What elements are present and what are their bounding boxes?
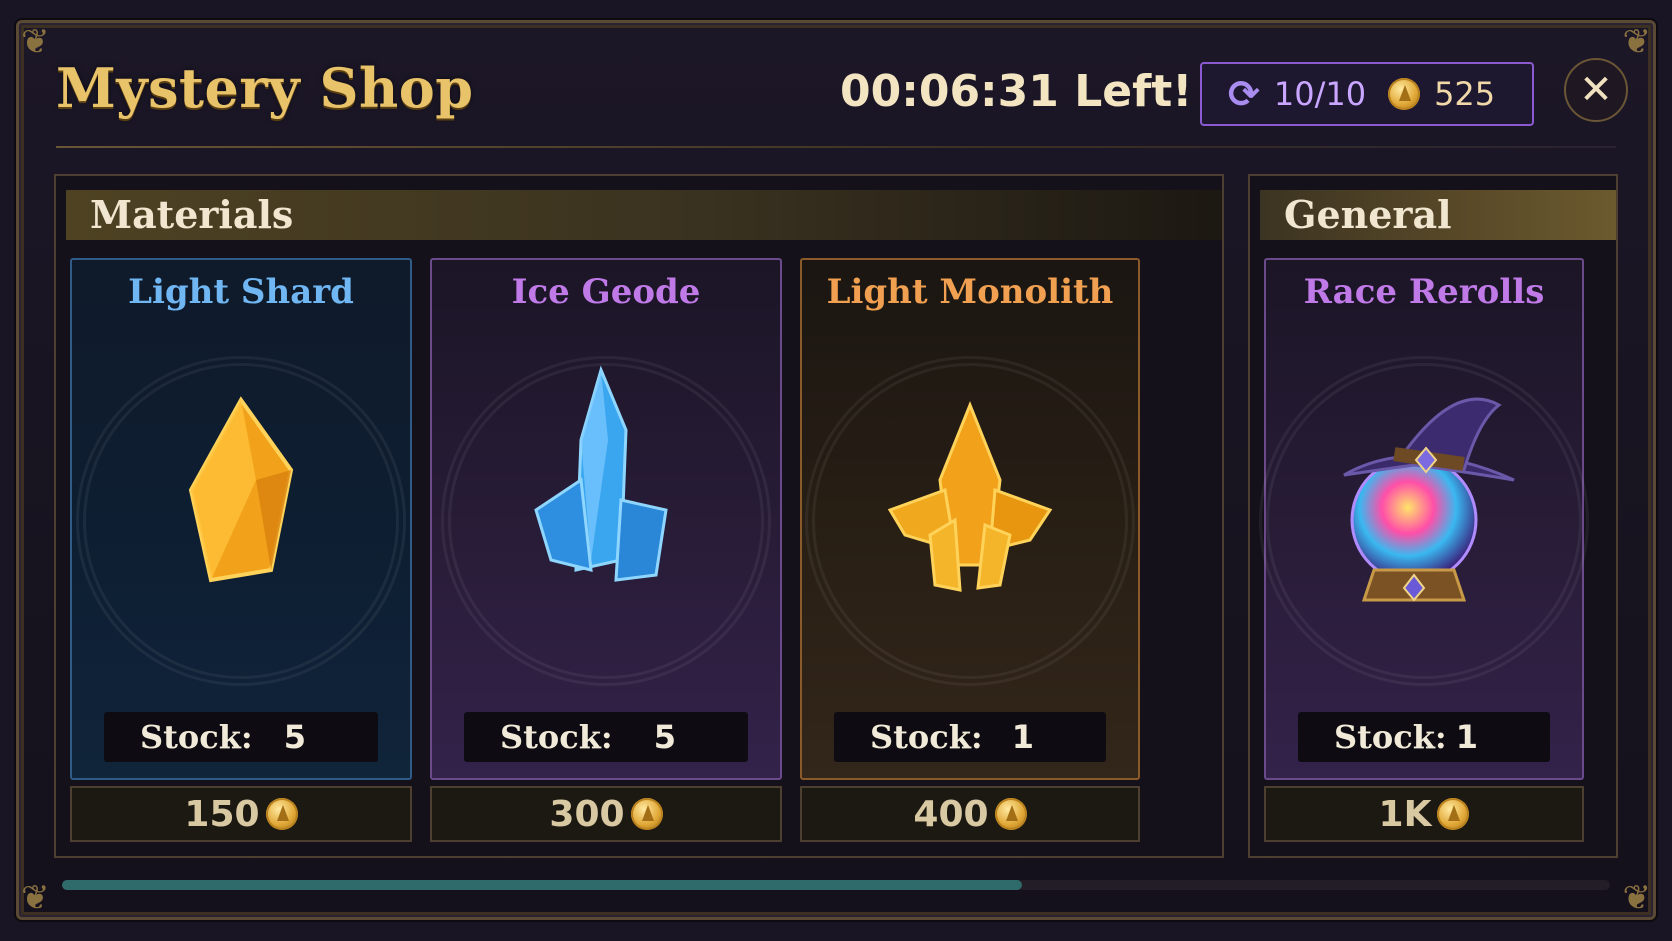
currency-bar: ⟳ 10/10 525 <box>1200 62 1534 126</box>
scrollbar-thumb[interactable] <box>62 880 1022 890</box>
item-card-light-monolith[interactable]: Light Monolith Stock: 1 <box>800 258 1140 780</box>
coin-icon <box>994 798 1027 830</box>
stock-panel: Stock: 1 <box>834 712 1106 762</box>
stock-panel: Stock: 5 <box>464 712 748 762</box>
stock-label: Stock: <box>140 718 253 756</box>
refresh-timer: 00:06:31 Left! <box>840 66 1193 117</box>
stock-count: 5 <box>283 718 306 756</box>
stock-panel: Stock: 5 <box>104 712 378 762</box>
buy-button-ice-geode[interactable]: 300 <box>430 786 782 842</box>
corner-ornament-icon: ❦ <box>21 22 50 62</box>
corner-ornament-icon: ❦ <box>1622 22 1652 62</box>
price-value: 300 <box>549 793 625 835</box>
coin-icon <box>1437 798 1470 830</box>
section-title-general: General <box>1260 190 1616 240</box>
materials-section: Materials Light Shard Stock: 5 150 Ice G… <box>54 174 1224 858</box>
refresh-icon[interactable]: ⟳ <box>1228 72 1260 116</box>
coin-icon <box>265 798 298 830</box>
stock-label: Stock: <box>870 718 983 756</box>
page-title: Mystery Shop <box>56 56 474 120</box>
general-section: General Race Rerolls Stock: 1 1K <box>1248 174 1618 858</box>
crystal-icon <box>534 365 668 582</box>
buy-button-light-shard[interactable]: 150 <box>70 786 412 842</box>
item-name: Race Rerolls <box>1303 272 1545 312</box>
item-name: Ice Geode <box>511 272 701 312</box>
item-card-light-shard[interactable]: Light Shard Stock: 5 <box>70 258 412 780</box>
item-name: Light Monolith <box>826 272 1114 312</box>
stock-label: Stock: <box>1334 718 1447 756</box>
corner-ornament-icon: ❦ <box>1622 878 1652 918</box>
coin-balance: 525 <box>1434 75 1496 113</box>
corner-ornament-icon: ❦ <box>21 878 50 918</box>
buy-button-race-rerolls[interactable]: 1K <box>1264 786 1584 842</box>
stock-panel: Stock: 1 <box>1298 712 1550 762</box>
reroll-count: 10/10 <box>1273 75 1367 113</box>
item-card-race-rerolls[interactable]: Race Rerolls Stock: 1 <box>1259 258 1589 780</box>
stock-count: 1 <box>1455 718 1478 756</box>
stock-label: Stock: <box>500 718 613 756</box>
crystal-icon <box>887 400 1053 592</box>
close-icon: ✕ <box>1579 67 1613 113</box>
stock-count: 5 <box>653 718 676 756</box>
coin-icon <box>630 798 663 830</box>
price-value: 1K <box>1378 793 1432 835</box>
item-name: Light Shard <box>128 272 354 312</box>
section-title-materials: Materials <box>66 190 1222 240</box>
header-divider <box>56 146 1616 148</box>
crystal-icon <box>188 396 294 583</box>
item-card-ice-geode[interactable]: Ice Geode Stock: 5 <box>430 258 782 780</box>
price-value: 150 <box>184 793 260 835</box>
stock-count: 1 <box>1011 718 1034 756</box>
crystal-ball-icon <box>1343 397 1515 602</box>
scrollbar[interactable] <box>62 880 1610 890</box>
close-button[interactable]: ✕ <box>1564 58 1628 122</box>
buy-button-light-monolith[interactable]: 400 <box>800 786 1140 842</box>
price-value: 400 <box>913 793 989 835</box>
coin-icon <box>1388 78 1421 110</box>
